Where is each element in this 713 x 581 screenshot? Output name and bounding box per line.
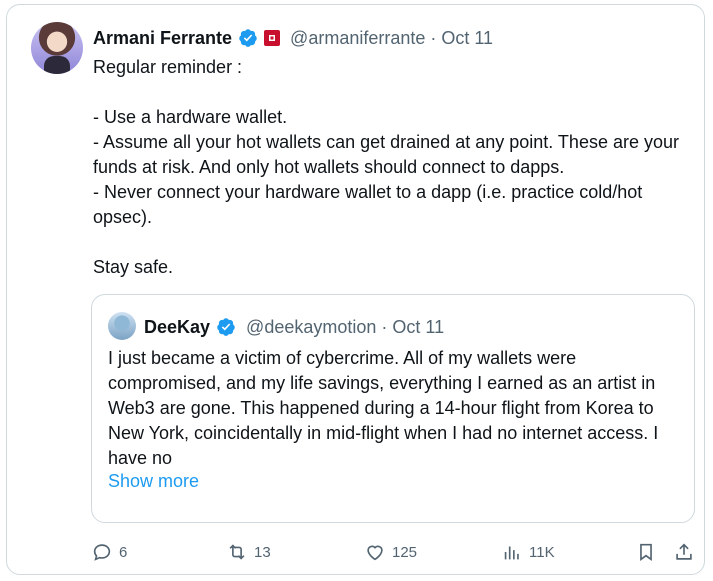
share-button[interactable] [673,540,695,564]
quoted-tweet-text: I just became a victim of cybercrime. Al… [108,348,659,468]
show-more-link[interactable]: Show more [108,471,199,492]
quoted-tweet-date[interactable]: Oct 11 [392,317,444,338]
verified-badge-icon [217,318,235,336]
quoted-tweet[interactable]: DeeKay @deekaymotion · Oct 11 I just bec… [91,294,695,523]
quoted-author-avatar[interactable] [108,312,136,340]
like-button[interactable]: 125 [364,540,417,564]
author-handle[interactable]: @armaniferrante [290,28,425,49]
quoted-author-name[interactable]: DeeKay [144,317,210,338]
author-name[interactable]: Armani Ferrante [93,28,232,49]
view-count: 11K [529,543,555,561]
repost-button[interactable]: 13 [226,540,271,564]
reply-button[interactable]: 6 [91,540,127,564]
tweet-text: Regular reminder : - Use a hardware wall… [93,57,679,277]
repost-icon [229,544,245,560]
reply-icon [93,544,111,561]
verified-badge-icon [239,29,257,47]
share-icon [676,543,692,560]
heart-icon [367,545,383,561]
tweet-header: Armani Ferrante @armaniferrante · Oct 11 [93,26,493,50]
author-avatar[interactable] [31,22,83,74]
action-bar: 6 13 125 11K [91,540,703,564]
quoted-tweet-header: DeeKay @deekaymotion · Oct 11 [144,315,444,339]
quoted-author-handle[interactable]: @deekaymotion [246,317,376,338]
separator: · [381,316,388,337]
separator: · [430,27,437,48]
views-button[interactable]: 11K [501,540,555,564]
reply-count: 6 [119,543,128,561]
views-chart-icon [504,546,519,560]
affiliate-badge-icon [264,30,281,46]
bookmark-icon [640,543,652,561]
tweet-date[interactable]: Oct 11 [441,28,493,49]
repost-count: 13 [254,543,271,561]
like-count: 125 [392,543,418,561]
tweet-card[interactable]: Armani Ferrante @armaniferrante · Oct 11… [6,4,705,575]
bookmark-button[interactable] [635,540,657,564]
